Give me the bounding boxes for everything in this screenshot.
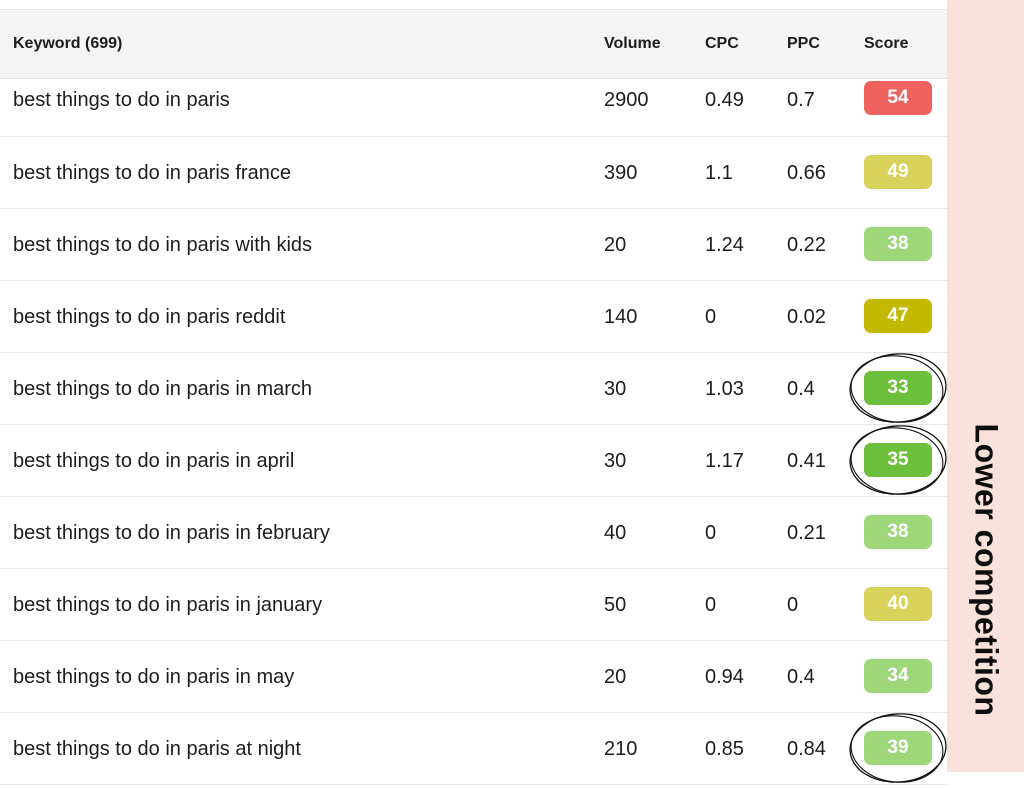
- ppc-cell: 0.22: [787, 234, 826, 256]
- ppc-cell: 0.66: [787, 162, 826, 184]
- keyword-cell: best things to do in paris in may: [13, 666, 295, 688]
- keyword-cell: best things to do in paris in january: [13, 594, 323, 616]
- score-badge: 54: [864, 81, 932, 115]
- ppc-cell: 0.84: [787, 738, 826, 760]
- volume-cell: 20: [604, 234, 627, 256]
- cpc-cell: 1.03: [705, 378, 744, 400]
- table-row[interactable]: best things to do in paris reddit 140 0 0.0…: [0, 280, 947, 353]
- keyword-cell: best things to do in paris france: [13, 162, 291, 184]
- header-score[interactable]: Score: [864, 35, 908, 53]
- keyword-cell: best things to do in paris reddit: [13, 306, 286, 328]
- keyword-cell: best things to do in paris in april: [13, 450, 295, 472]
- annotation-label: Lower competition: [968, 423, 1005, 717]
- ppc-cell: 0.41: [787, 450, 826, 472]
- ppc-cell: 0.4: [787, 378, 815, 400]
- score-badge: 38: [864, 227, 932, 261]
- volume-cell: 30: [604, 450, 627, 472]
- score-badge: 33: [864, 371, 932, 405]
- table-row[interactable]: best things to do in paris in may 20 0.94 0…: [0, 640, 947, 713]
- ppc-cell: 0.7: [787, 89, 815, 111]
- ppc-cell: 0: [787, 594, 799, 616]
- volume-cell: 40: [604, 522, 627, 544]
- volume-cell: 20: [604, 666, 627, 688]
- cpc-cell: 1.24: [705, 234, 744, 256]
- keyword-cell: best things to do in paris: [13, 89, 230, 111]
- cpc-cell: 0: [705, 594, 717, 616]
- table-row[interactable]: best things to do in paris 2900 0.49 0.7 54: [0, 64, 947, 137]
- cpc-cell: 0.85: [705, 738, 744, 760]
- score-badge: 38: [864, 515, 932, 549]
- table-row[interactable]: best things to do in paris in april 30 1.1…: [0, 424, 947, 497]
- header-keyword[interactable]: Keyword (699): [13, 35, 122, 53]
- score-badge: 49: [864, 155, 932, 189]
- volume-cell: 50: [604, 594, 627, 616]
- table-row[interactable]: best things to do in paris france 390 1.1 0…: [0, 136, 947, 209]
- score-badge: 39: [864, 731, 932, 765]
- cpc-cell: 0.49: [705, 89, 744, 111]
- ppc-cell: 0.02: [787, 306, 826, 328]
- keyword-cell: best things to do in paris in february: [13, 522, 330, 544]
- header-volume[interactable]: Volume: [604, 35, 661, 53]
- keyword-table: Keyword (699) Volume CPC PPC Score best …: [0, 0, 947, 785]
- volume-cell: 140: [604, 306, 638, 328]
- table-row[interactable]: best things to do in paris in january 50 0…: [0, 568, 947, 641]
- table-row[interactable]: best things to do in paris in february 40…: [0, 496, 947, 569]
- score-badge: 47: [864, 299, 932, 333]
- cpc-cell: 0: [705, 306, 717, 328]
- header-cpc[interactable]: CPC: [705, 35, 739, 53]
- table-row[interactable]: best things to do in paris at night 210 0.…: [0, 712, 947, 785]
- cpc-cell: 0: [705, 522, 717, 544]
- volume-cell: 390: [604, 162, 638, 184]
- cpc-cell: 1.1: [705, 162, 733, 184]
- keyword-cell: best things to do in paris in march: [13, 378, 313, 400]
- table-row[interactable]: best things to do in paris in march 30 1.0…: [0, 352, 947, 425]
- keyword-cell: best things to do in paris at night: [13, 738, 301, 760]
- ppc-cell: 0.21: [787, 522, 826, 544]
- header-ppc[interactable]: PPC: [787, 35, 820, 53]
- volume-cell: 30: [604, 378, 627, 400]
- table-row[interactable]: best things to do in paris with kids 20 1.…: [0, 208, 947, 281]
- volume-cell: 2900: [604, 89, 649, 111]
- ppc-cell: 0.4: [787, 666, 815, 688]
- score-badge: 40: [864, 587, 932, 621]
- score-badge: 35: [864, 443, 932, 477]
- keyword-cell: best things to do in paris with kids: [13, 234, 313, 256]
- cpc-cell: 1.17: [705, 450, 744, 472]
- score-badge: 34: [864, 659, 932, 693]
- volume-cell: 210: [604, 738, 638, 760]
- cpc-cell: 0.94: [705, 666, 744, 688]
